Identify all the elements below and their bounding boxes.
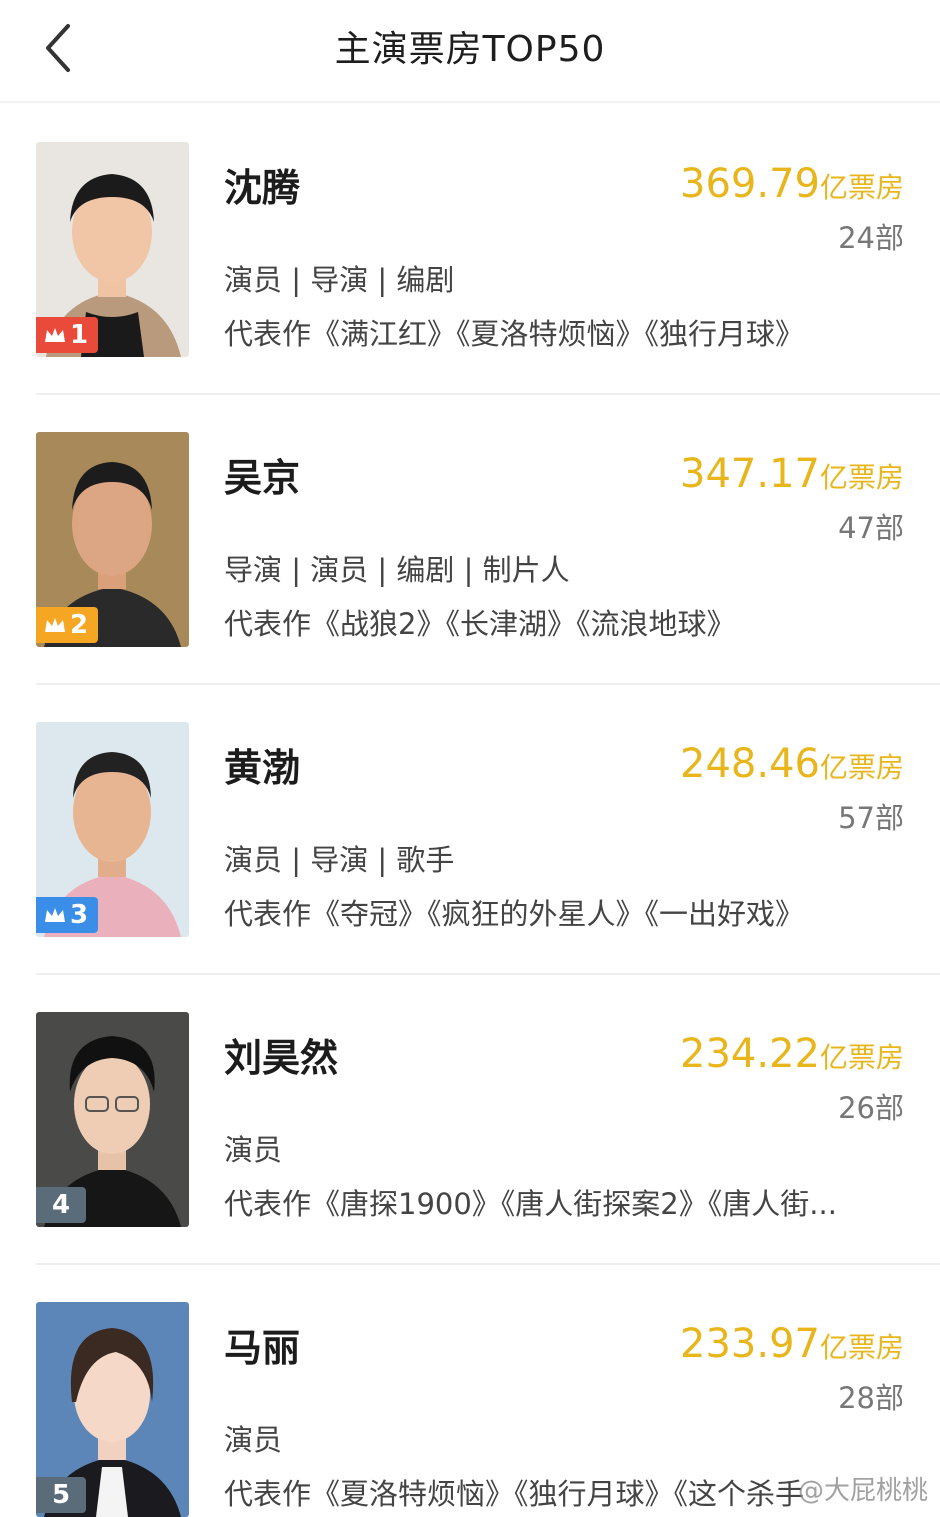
list-item[interactable]: 4 刘昊然 234.22亿票房 26部 演员 代表作《唐探1900》《唐人街探案…	[0, 975, 940, 1265]
actor-name: 刘昊然	[224, 1036, 339, 1080]
actor-roles: 演员	[224, 1423, 283, 1457]
rank-number: 5	[52, 1480, 71, 1510]
representative-works: 代表作《夏洛特烦恼》《独行月球》《这个杀手	[224, 1477, 805, 1511]
crown-icon	[44, 616, 66, 634]
crown-icon	[44, 326, 66, 344]
list-item[interactable]: 3 黄渤 248.46亿票房 57部 演员 | 导演 | 歌手 代表作《夺冠》《…	[0, 685, 940, 975]
actor-name: 沈腾	[224, 166, 301, 210]
representative-works: 代表作《夺冠》《疯狂的外星人》《一出好戏》	[224, 897, 805, 931]
avatar: 2	[36, 432, 189, 647]
avatar: 5	[36, 1302, 189, 1517]
avatar: 1	[36, 142, 189, 357]
rank-badge: 1	[36, 317, 99, 353]
actor-roles: 演员 | 导演 | 歌手	[224, 843, 455, 877]
box-office-amount: 347.17	[680, 451, 820, 497]
actor-roles: 演员	[224, 1133, 283, 1167]
box-office: 369.79亿票房	[680, 161, 904, 207]
rank-number: 1	[70, 320, 89, 350]
actor-name: 吴京	[224, 456, 301, 500]
film-count: 57部	[838, 801, 904, 835]
page-title: 主演票房TOP50	[334, 29, 606, 70]
box-office: 234.22亿票房	[680, 1031, 904, 1077]
box-office: 233.97亿票房	[680, 1321, 904, 1367]
rank-badge: 2	[36, 607, 99, 643]
rank-badge: 3	[36, 897, 99, 933]
list-item[interactable]: 1 沈腾 369.79亿票房 24部 演员 | 导演 | 编剧 代表作《满江红》…	[0, 105, 940, 395]
film-count: 24部	[838, 221, 904, 255]
box-office-unit: 亿票房	[819, 1041, 904, 1074]
actor-roles: 演员 | 导演 | 编剧	[224, 263, 455, 297]
box-office: 347.17亿票房	[680, 451, 904, 497]
crown-icon	[44, 906, 66, 924]
representative-works: 代表作《战狼2》《长津湖》《流浪地球》	[224, 607, 736, 641]
actor-roles: 导演 | 演员 | 编剧 | 制片人	[224, 553, 570, 587]
box-office-unit: 亿票房	[819, 171, 904, 204]
actor-name: 黄渤	[224, 746, 301, 790]
rank-number: 4	[52, 1190, 71, 1220]
box-office-amount: 233.97	[680, 1321, 820, 1367]
film-count: 26部	[838, 1091, 904, 1125]
representative-works: 代表作《满江红》《夏洛特烦恼》《独行月球》	[224, 317, 805, 351]
box-office-unit: 亿票房	[819, 1331, 904, 1364]
box-office-amount: 369.79	[680, 161, 820, 207]
film-count: 28部	[838, 1381, 904, 1415]
avatar: 4	[36, 1012, 189, 1227]
watermark: @大屁桃桃	[797, 1476, 928, 1506]
top-bar: 主演票房TOP50	[0, 0, 940, 103]
box-office-amount: 234.22	[680, 1031, 820, 1077]
ranking-list: 1 沈腾 369.79亿票房 24部 演员 | 导演 | 编剧 代表作《满江红》…	[0, 105, 940, 1517]
list-item[interactable]: 2 吴京 347.17亿票房 47部 导演 | 演员 | 编剧 | 制片人 代表…	[0, 395, 940, 685]
avatar: 3	[36, 722, 189, 937]
rank-badge: 4	[36, 1187, 87, 1223]
box-office-unit: 亿票房	[819, 751, 904, 784]
representative-works: 代表作《唐探1900》《唐人街探案2》《唐人街...	[224, 1187, 837, 1221]
box-office-unit: 亿票房	[819, 461, 904, 494]
rank-number: 2	[70, 610, 89, 640]
rank-badge: 5	[36, 1477, 87, 1513]
box-office-amount: 248.46	[680, 741, 820, 787]
film-count: 47部	[838, 511, 904, 545]
rank-number: 3	[70, 900, 89, 930]
actor-name: 马丽	[224, 1326, 301, 1370]
box-office: 248.46亿票房	[680, 741, 904, 787]
